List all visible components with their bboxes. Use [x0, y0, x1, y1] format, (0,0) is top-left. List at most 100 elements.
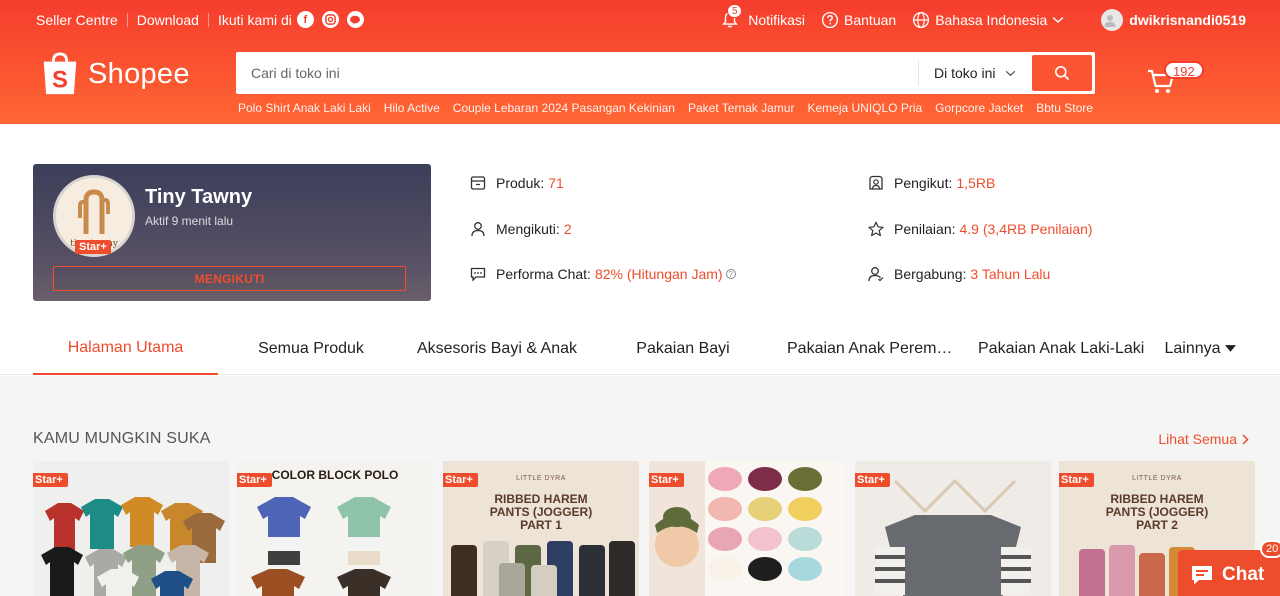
star-plus-badge: Star+: [649, 473, 684, 487]
tab-boys-clothing[interactable]: Pakaian Anak Laki-Laki: [963, 323, 1149, 375]
tab-home[interactable]: Halaman Utama: [33, 323, 218, 375]
username: dwikrisnandi0519: [1129, 12, 1246, 28]
stat-joined-label: Bergabung:: [894, 266, 967, 282]
chat-label: Chat: [1222, 564, 1265, 585]
search-suggestion-link[interactable]: Bbtu Store: [1036, 101, 1093, 115]
stat-joined: Bergabung: 3 Tahun Lalu: [868, 266, 1050, 282]
user-icon: [471, 222, 485, 237]
search-scope-select[interactable]: Di toko ini: [918, 60, 1030, 86]
svg-text:S: S: [52, 66, 68, 93]
product-card[interactable]: Star+ LITTLE DYRA RIBBED HAREM PANTS (JO…: [443, 461, 639, 596]
stat-rating: Penilaian: 4.9 (3,4RB Penilaian): [868, 221, 1093, 237]
stat-following-value: 2: [563, 221, 572, 237]
chevron-down-icon: [1006, 70, 1016, 76]
stat-following-label: Mengikuti:: [496, 221, 560, 237]
search-suggestion-link[interactable]: Kemeja UNIQLO Pria: [807, 101, 922, 115]
search-button[interactable]: [1032, 55, 1092, 91]
search-scope-label: Di toko ini: [934, 65, 996, 81]
product-card[interactable]: Star+: [855, 461, 1051, 596]
download-link[interactable]: Download: [137, 12, 199, 28]
stat-rating-value: 4.9 (3,4RB Penilaian): [959, 221, 1093, 237]
tab-all-products[interactable]: Semua Produk: [218, 323, 404, 375]
tab-more[interactable]: Lainnya: [1160, 323, 1240, 375]
chat-count-badge: 20: [1260, 540, 1280, 558]
user-check-icon: [868, 267, 884, 282]
tab-baby-clothing[interactable]: Pakaian Bayi: [590, 323, 776, 375]
logo-text: Shopee: [88, 57, 190, 90]
tab-more-label: Lainnya: [1164, 340, 1221, 357]
tab-girls-clothing-label: Pakaian Anak Perempuan: [787, 340, 953, 357]
caret-down-icon: [1224, 345, 1236, 352]
stat-products: Produk: 71: [470, 175, 564, 191]
notifications-link[interactable]: 5 Notifikasi: [721, 4, 806, 29]
followers-icon: [869, 175, 883, 190]
cart-count-badge: 192: [1164, 61, 1204, 79]
notification-count-badge: 5: [727, 4, 743, 18]
user-menu[interactable]: dwikrisnandi0519: [1101, 9, 1246, 31]
stat-products-label: Produk:: [496, 175, 545, 191]
follow-us-label: Ikuti kami di: [217, 11, 292, 28]
header: Seller Centre Download Ikuti kami di f 5: [0, 0, 1280, 124]
stat-chat-label: Performa Chat:: [496, 266, 591, 282]
avatar: [1101, 9, 1124, 31]
language-label: Bahasa Indonesia: [935, 12, 1048, 28]
stat-following: Mengikuti: 2: [470, 221, 572, 237]
chevron-down-icon: [1052, 16, 1064, 24]
product-card[interactable]: Star+: [649, 461, 845, 596]
chevron-right-icon: [1242, 433, 1249, 445]
search-suggestion-link[interactable]: Polo Shirt Anak Laki Laki: [238, 101, 371, 115]
notifications-label: Notifikasi: [748, 12, 806, 28]
tab-girls-clothing[interactable]: Pakaian Anak Perempuan: [780, 323, 956, 375]
search-suggestion-link[interactable]: Gorpcore Jacket: [935, 101, 1023, 115]
instagram-icon[interactable]: [321, 11, 339, 28]
topbar-left: Seller Centre Download Ikuti kami di f: [36, 11, 364, 28]
shopee-bag-icon: S: [43, 52, 77, 95]
bell-icon: 5: [721, 4, 744, 29]
search-suggestion-link[interactable]: Hilo Active: [384, 101, 440, 115]
tab-baby-accessories[interactable]: Aksesoris Bayi & Anak: [404, 323, 590, 375]
product-brand: LITTLE DYRA: [1132, 475, 1182, 482]
stat-joined-value: 3 Tahun Lalu: [970, 266, 1051, 282]
stat-followers: Pengikut: 1,5RB: [868, 175, 995, 191]
globe-icon: [913, 11, 930, 29]
following-button[interactable]: MENGIKUTI: [53, 266, 406, 291]
divider: [126, 12, 128, 27]
star-plus-badge: Star+: [75, 240, 111, 254]
star-plus-badge: Star+: [855, 473, 890, 487]
topbar: Seller Centre Download Ikuti kami di f 5: [0, 0, 1280, 38]
stat-rating-label: Penilaian:: [894, 221, 956, 237]
see-all-link[interactable]: Lihat Semua: [1158, 431, 1249, 447]
star-icon: [868, 221, 884, 237]
chat-bubble-icon: [470, 267, 486, 282]
line-icon[interactable]: [346, 11, 364, 28]
help-label: Bantuan: [844, 12, 897, 28]
stat-followers-value: 1,5RB: [956, 175, 996, 191]
seller-centre-link[interactable]: Seller Centre: [36, 12, 118, 28]
divider: [207, 12, 209, 27]
stat-followers-label: Pengikut:: [894, 175, 953, 191]
search-suggestion-link[interactable]: Paket Ternak Jamur: [688, 101, 795, 115]
product-brand: LITTLE DYRA: [516, 475, 566, 482]
product-card[interactable]: Star+ COLOR BLOCK POLO: [237, 461, 433, 596]
search-input[interactable]: [240, 55, 912, 91]
recommended-title: KAMU MUNGKIN SUKA: [33, 430, 211, 447]
shop-card: tiny tawny Star+ Tiny Tawny Aktif 9 meni…: [33, 164, 431, 301]
see-all-label: Lihat Semua: [1158, 431, 1237, 447]
shop-name: Tiny Tawny: [145, 186, 253, 208]
language-selector[interactable]: Bahasa Indonesia: [912, 11, 1069, 29]
info-icon[interactable]: ?: [725, 269, 736, 279]
search-bar: Di toko ini: [236, 52, 1095, 94]
stat-chat-value: 82% (Hitungan Jam): [594, 266, 723, 282]
help-icon: [821, 11, 839, 29]
product-card[interactable]: Star+: [33, 461, 229, 596]
facebook-icon[interactable]: f: [296, 11, 314, 28]
shopee-logo[interactable]: S Shopee: [40, 52, 190, 96]
product-image-title: RIBBED HAREM PANTS (JOGGER) PART 1: [489, 492, 593, 532]
search-icon: [1055, 66, 1070, 81]
product-image-title: COLOR BLOCK POLO: [271, 468, 399, 482]
social-links: f: [296, 11, 364, 28]
shop-active-status: Aktif 9 menit lalu: [145, 214, 234, 228]
search-suggestion-link[interactable]: Couple Lebaran 2024 Pasangan Kekinian: [453, 101, 675, 115]
help-link[interactable]: Bantuan: [821, 11, 896, 29]
chat-icon: [1192, 566, 1212, 585]
